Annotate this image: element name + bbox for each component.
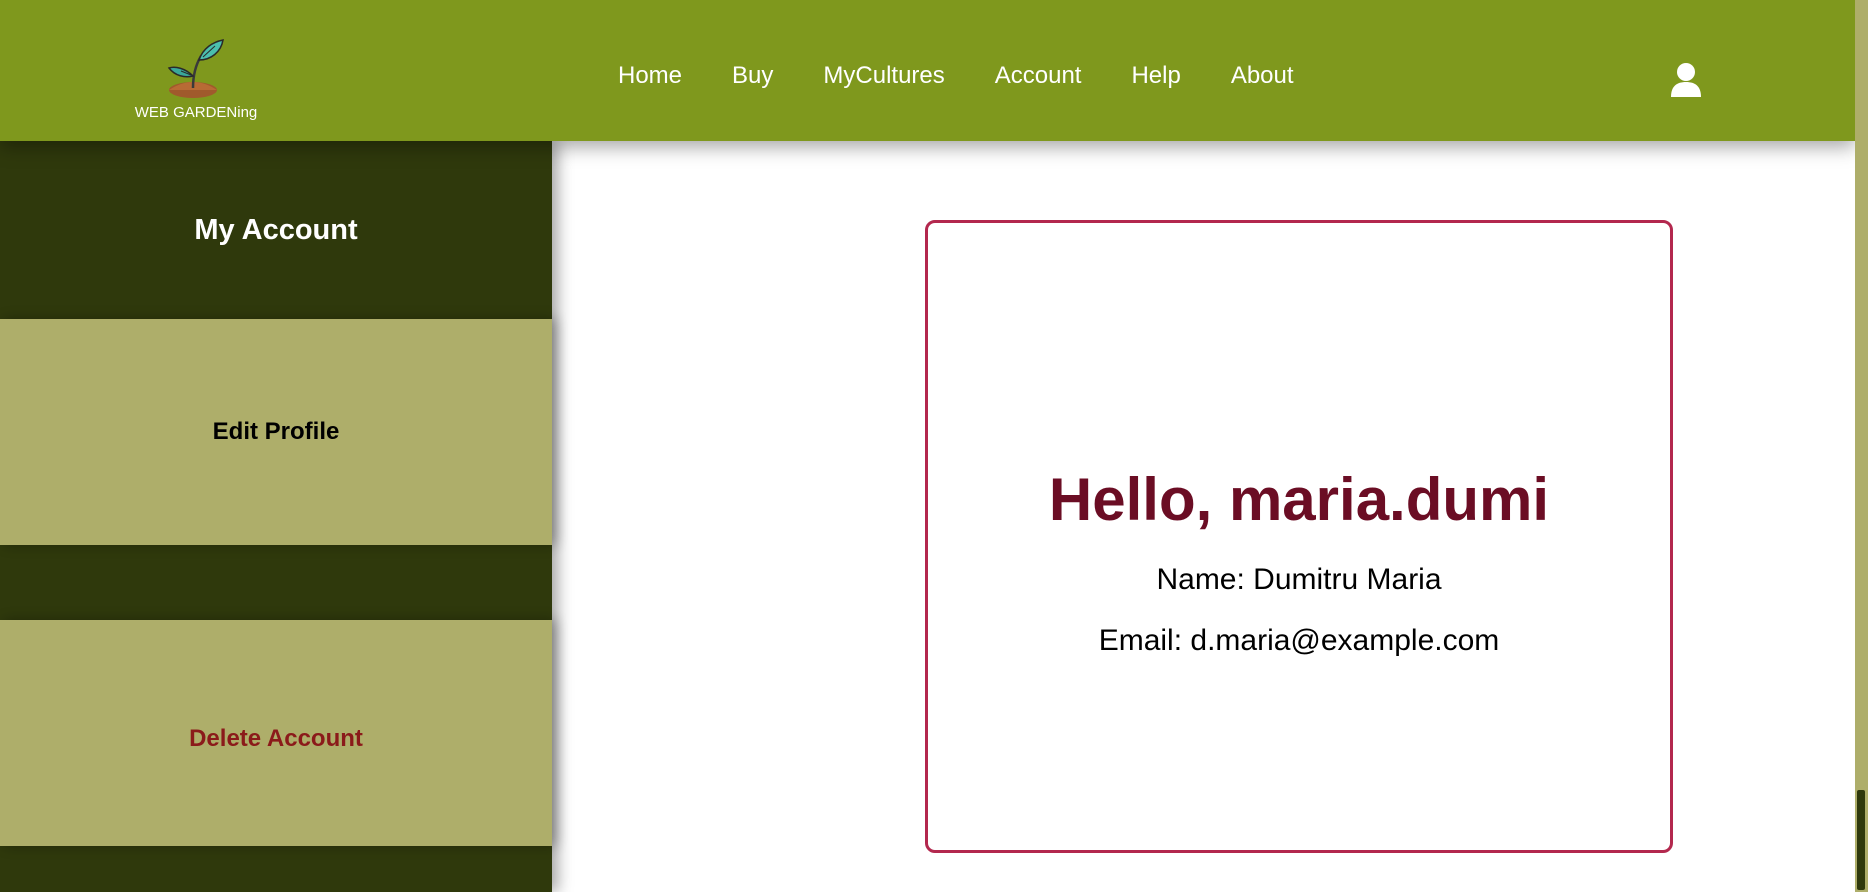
nav-home[interactable]: Home	[618, 62, 682, 90]
delete-account-button[interactable]: Delete Account	[0, 620, 552, 846]
profile-email: Email: d.maria@example.com	[1098, 624, 1500, 657]
plant-sprout-icon	[167, 39, 224, 98]
nav-about[interactable]: About	[1231, 62, 1294, 90]
profile-card: Hello, maria.dumi Name: Dumitru Maria Em…	[925, 220, 1673, 853]
account-sidebar: My Account Edit Profile Delete Account	[0, 141, 552, 892]
profile-name: Name: Dumitru Maria	[1156, 563, 1442, 596]
scrollbar-thumb[interactable]	[1857, 790, 1865, 890]
sidebar-title: My Account	[194, 213, 358, 246]
nav-account[interactable]: Account	[995, 62, 1082, 90]
greeting-heading: Hello, maria.dumi	[1048, 466, 1550, 533]
main-nav: Home Buy MyCultures Account Help About	[618, 62, 1344, 90]
edit-profile-button[interactable]: Edit Profile	[0, 319, 552, 545]
nav-help[interactable]: Help	[1131, 62, 1180, 90]
user-icon	[1671, 63, 1701, 97]
site-logo[interactable]: WEB GARDENing	[120, 38, 272, 138]
logo-text: WEB GARDENing	[134, 104, 258, 121]
user-account-button[interactable]	[1670, 62, 1702, 98]
nav-mycultures[interactable]: MyCultures	[823, 62, 944, 90]
page-scrollbar[interactable]	[1855, 0, 1868, 892]
nav-buy[interactable]: Buy	[732, 62, 773, 90]
top-navbar: WEB GARDENing Home Buy MyCultures Accoun…	[0, 0, 1855, 141]
